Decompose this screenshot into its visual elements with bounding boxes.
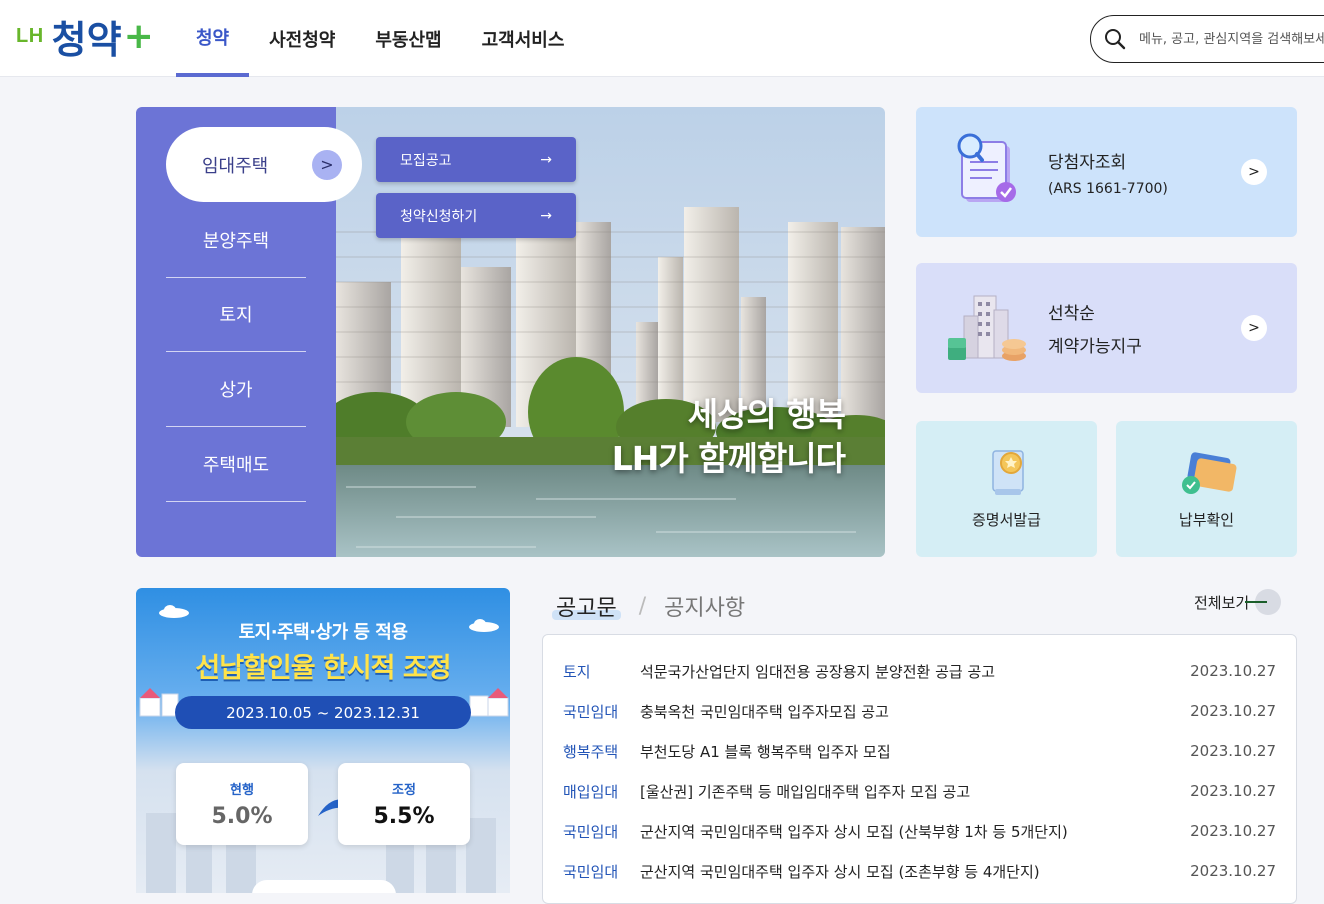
view-all-link[interactable]: 전체보기	[1194, 589, 1282, 615]
tab-separator: /	[638, 593, 647, 619]
payment-check-card[interactable]: 납부확인	[1116, 421, 1297, 557]
tab-notices[interactable]: 공지사항	[664, 590, 745, 622]
winner-lookup-title: 당첨자조회	[1048, 152, 1127, 173]
prepayment-discount-banner[interactable]: 토지·주택·상가 등 적용 선납할인율 한시적 조정 2023.10.05 ~ …	[136, 588, 510, 893]
menu-commercial[interactable]: 상가	[166, 352, 306, 427]
menu-rental-housing[interactable]: 임대주택 >	[166, 127, 362, 202]
current-rate-label: 현행	[230, 783, 254, 798]
notice-tabs: 공고문 / 공지사항	[552, 590, 745, 622]
certificate-issue-card[interactable]: 증명서발급	[916, 421, 1097, 557]
notice-category: 행복주택	[563, 742, 619, 761]
main-nav: 청약 사전청약 부동산맵 고객서비스	[176, 0, 584, 77]
notice-category: 국민임대	[563, 822, 619, 841]
menu-land[interactable]: 토지	[166, 277, 306, 352]
nav-customer-service[interactable]: 고객서비스	[462, 0, 585, 77]
chevron-right-icon[interactable]: >	[1241, 315, 1267, 341]
promo-period: 2023.10.05 ~ 2023.12.31	[175, 696, 471, 729]
menu-sale-housing[interactable]: 분양주택	[166, 203, 306, 278]
tab-announcements[interactable]: 공고문	[552, 590, 621, 622]
adjusted-rate-box: 조정 5.5%	[338, 763, 470, 845]
top-header: LH 청약 + 청약 사전청약 부동산맵 고객서비스	[0, 0, 1324, 77]
search-box[interactable]	[1090, 15, 1324, 63]
notice-title[interactable]: 군산지역 국민임대주택 입주자 상시 모집 (조촌부향 등 4개단지)	[640, 861, 1190, 882]
certificate-issue-label: 증명서발급	[971, 511, 1041, 529]
hero-headline-line2: LH가 함께합니다	[611, 439, 846, 478]
nav-pre-subscription[interactable]: 사전청약	[249, 0, 355, 77]
view-all-label: 전체보기	[1194, 593, 1250, 612]
first-come-contract-card[interactable]: 선착순 계약가능지구 >	[916, 263, 1297, 393]
winner-lookup-card[interactable]: 당첨자조회 (ARS 1661-7700) >	[916, 107, 1297, 237]
logo-plus-icon: +	[123, 15, 154, 57]
first-come-line1: 선착순	[1048, 304, 1095, 324]
list-item[interactable]: 국민임대 충북옥천 국민임대주택 입주자모집 공고 2023.10.27	[563, 691, 1276, 731]
logo-lh-text: LH	[16, 24, 44, 47]
building-coins-icon	[948, 295, 1026, 361]
search-input[interactable]	[1137, 30, 1324, 48]
winner-lookup-text: 당첨자조회 (ARS 1661-7700)	[1048, 148, 1168, 197]
list-item[interactable]: 행복주택 부천도당 A1 블록 행복주택 입주자 모집 2023.10.27	[563, 731, 1276, 771]
recruitment-notice-button[interactable]: 모집공고 →	[376, 137, 576, 182]
list-item[interactable]: 매입임대 [울산권] 기존주택 등 매입임대주택 입주자 모집 공고 2023.…	[563, 771, 1276, 811]
nav-real-estate-map[interactable]: 부동산맵	[355, 0, 461, 77]
notice-date: 2023.10.27	[1190, 822, 1276, 840]
chevron-right-icon: >	[312, 149, 342, 180]
notice-category: 국민임대	[563, 702, 619, 721]
document-search-icon	[957, 133, 1016, 202]
current-rate-value: 5.0%	[211, 804, 273, 829]
adjusted-rate-value: 5.5%	[373, 804, 435, 829]
cloud-icon	[159, 605, 189, 618]
notice-category: 토지	[563, 662, 591, 681]
current-rate-box: 현행 5.0%	[176, 763, 308, 845]
notice-date: 2023.10.27	[1190, 662, 1276, 680]
adjusted-rate-label: 조정	[392, 783, 416, 798]
first-come-contract-text: 선착순 계약가능지구	[1048, 299, 1142, 357]
chevron-right-icon[interactable]: >	[1241, 159, 1267, 185]
logo-title: 청약	[51, 17, 122, 62]
notice-title[interactable]: 부천도당 A1 블록 행복주택 입주자 모집	[640, 741, 1190, 762]
notice-date: 2023.10.27	[1190, 742, 1276, 760]
search-icon[interactable]	[1103, 27, 1127, 51]
announcement-list: 토지 석문국가산업단지 임대전용 공장용지 분양전환 공급 공고 2023.10…	[542, 634, 1297, 904]
promo-title: 선납할인율 한시적 조정	[195, 653, 451, 684]
payment-check-label: 납부확인	[1178, 511, 1235, 529]
notice-title[interactable]: 군산지역 국민임대주택 입주자 상시 모집 (산북부향 1차 등 5개단지)	[640, 821, 1190, 842]
menu-rental-housing-label: 임대주택	[202, 155, 269, 177]
notice-category: 매입임대	[563, 782, 619, 801]
hero-headline-line1: 세상의 행복	[687, 395, 846, 434]
notice-date: 2023.10.27	[1190, 862, 1276, 880]
arrow-right-icon: →	[540, 151, 552, 168]
promo-more-pill[interactable]	[252, 880, 396, 893]
arrow-more-icon	[1245, 589, 1282, 615]
nav-subscription[interactable]: 청약	[176, 0, 250, 77]
notice-title[interactable]: [울산권] 기존주택 등 매입임대주택 입주자 모집 공고	[640, 781, 1190, 802]
certificate-icon	[991, 450, 1024, 495]
notice-title[interactable]: 석문국가산업단지 임대전용 공장용지 분양전환 공급 공고	[640, 661, 1190, 682]
list-item[interactable]: 국민임대 군산지역 국민임대주택 입주자 상시 모집 (산북부향 1차 등 5개…	[563, 811, 1276, 851]
notice-date: 2023.10.27	[1190, 782, 1276, 800]
apply-subscription-button[interactable]: 청약신청하기 →	[376, 193, 576, 238]
apply-subscription-label: 청약신청하기	[400, 208, 478, 225]
notice-title[interactable]: 충북옥천 국민임대주택 입주자모집 공고	[640, 701, 1190, 722]
logo-main-text: 청약 +	[52, 9, 154, 64]
first-come-line2: 계약가능지구	[1048, 337, 1142, 357]
hero-headline: 세상의 행복 LH가 함께합니다	[611, 393, 846, 481]
hero-banner-image: 모집공고 → 청약신청하기 → 세상의 행복 LH가 함께합니다	[336, 107, 885, 557]
arrow-right-icon: →	[540, 207, 552, 224]
list-item[interactable]: 국민임대 군산지역 국민임대주택 입주자 상시 모집 (조촌부향 등 4개단지)…	[563, 851, 1276, 891]
lh-logo[interactable]: LH 청약 +	[16, 6, 154, 66]
payment-card-icon	[1181, 452, 1236, 494]
list-item[interactable]: 토지 석문국가산업단지 임대전용 공장용지 분양전환 공급 공고 2023.10…	[563, 651, 1276, 691]
promo-subtitle: 토지·주택·상가 등 적용	[238, 622, 408, 643]
menu-house-sale[interactable]: 주택매도	[166, 427, 306, 502]
notice-category: 국민임대	[563, 862, 619, 881]
notice-date: 2023.10.27	[1190, 702, 1276, 720]
recruitment-notice-label: 모집공고	[400, 152, 452, 169]
winner-lookup-ars: (ARS 1661-7700)	[1048, 180, 1168, 197]
